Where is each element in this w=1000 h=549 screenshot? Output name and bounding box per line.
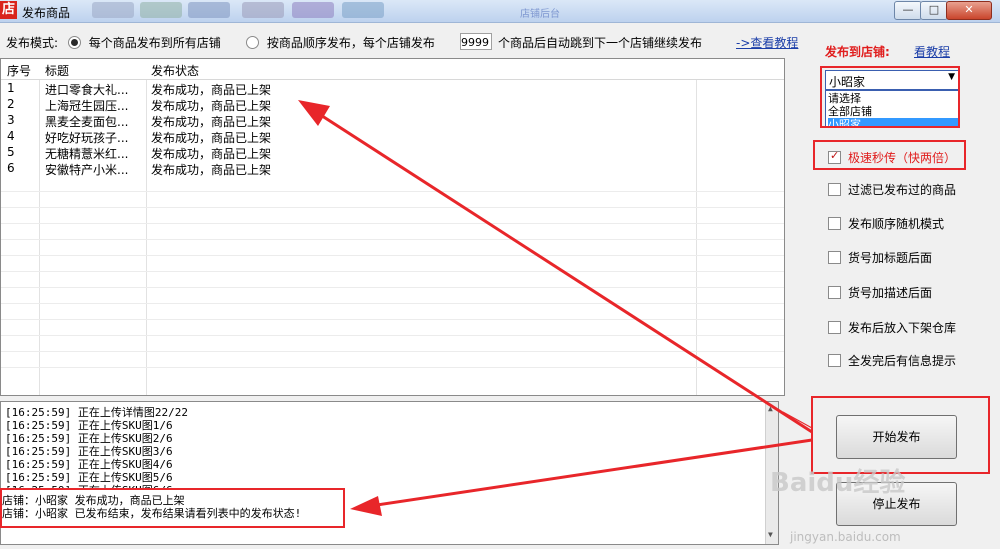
option-random-order[interactable]: 发布顺序随机模式 (828, 215, 944, 232)
mode-seq-radio[interactable] (246, 36, 259, 49)
fast-upload-option[interactable]: 极速秒传（快两倍） (828, 149, 956, 166)
option-sku-after-title[interactable]: 货号加标题后面 (828, 249, 932, 266)
option-label[interactable]: 货号加标题后面 (848, 251, 932, 265)
mode-all-label[interactable]: 每个商品发布到所有店铺 (89, 36, 221, 50)
empty-row-line (1, 319, 784, 320)
empty-row-line (1, 367, 784, 368)
option-sku-after-desc[interactable]: 货号加描述后面 (828, 284, 932, 301)
empty-row-line (1, 271, 784, 272)
table-row[interactable]: 1 进口零食大礼... 发布成功，商品已上架 (1, 80, 784, 97)
fast-upload-checkbox[interactable] (828, 149, 841, 164)
title-bar: 店 发布商品 店铺后台 — □ ✕ (0, 0, 1000, 23)
row-status: 发布成功，商品已上架 (151, 163, 272, 177)
table-row[interactable]: 5 无糖精薏米红... 发布成功，商品已上架 (1, 144, 784, 161)
option-checkbox[interactable] (828, 251, 841, 264)
background-toolbar-icon (188, 2, 230, 18)
chevron-down-icon[interactable]: ▼ (948, 72, 955, 82)
shop-option[interactable]: 请选择 (828, 92, 958, 105)
header-num[interactable]: 序号 (7, 62, 31, 79)
shop-select-value: 小昭家 (829, 75, 866, 89)
option-label[interactable]: 过滤已发布过的商品 (848, 183, 956, 197)
shop-option-selected[interactable]: 小昭家 (828, 118, 958, 127)
shop-select[interactable]: 小昭家 ▼ (825, 70, 960, 90)
shop-option[interactable]: 全部店铺 (828, 105, 958, 118)
header-status[interactable]: 发布状态 (151, 62, 199, 79)
option-label[interactable]: 发布后放入下架仓库 (848, 321, 956, 335)
option-label[interactable]: 全发完后有信息提示 (848, 354, 956, 368)
option-checkbox[interactable] (828, 286, 841, 299)
watermark-url: jingyan.baidu.com (790, 530, 901, 544)
option-checkbox[interactable] (828, 321, 841, 334)
empty-row-line (1, 207, 784, 208)
empty-row-line (1, 239, 784, 240)
count-input[interactable]: 9999 (460, 33, 492, 50)
table-row[interactable]: 2 上海冠生园压... 发布成功，商品已上架 (1, 96, 784, 113)
row-num: 4 (7, 129, 15, 143)
window-title: 发布商品 (22, 6, 71, 20)
background-toolbar-icon (140, 2, 182, 18)
row-num: 1 (7, 81, 15, 95)
row-num: 5 (7, 145, 15, 159)
table-row[interactable]: 6 安徽特产小米... 发布成功，商品已上架 (1, 160, 784, 177)
header-title[interactable]: 标题 (45, 62, 69, 79)
mode-all-radio[interactable] (67, 36, 81, 49)
row-num: 6 (7, 161, 15, 175)
log-result-finished: 店铺：小昭家 已发布结束，发布结果请看列表中的发布状态! (2, 507, 302, 520)
publish-to-shop-label: 发布到店铺: (825, 45, 890, 59)
scroll-up-icon[interactable]: ▲ (768, 404, 773, 413)
results-table: 序号 标题 发布状态 1 进口零食大礼... 发布成功，商品已上架 2 上海冠生… (0, 58, 785, 396)
table-header: 序号 标题 发布状态 (1, 59, 784, 80)
empty-row-line (1, 255, 784, 256)
publish-mode-row: 发布模式: 每个商品发布到所有店铺 (6, 34, 221, 51)
log-panel[interactable]: [16:25:59] 正在上传详情图22/22 [16:25:59] 正在上传S… (0, 401, 779, 545)
option-checkbox[interactable] (828, 183, 841, 196)
table-row[interactable]: 4 好吃好玩孩子... 发布成功，商品已上架 (1, 128, 784, 145)
publish-mode-label: 发布模式: (6, 36, 59, 50)
option-notify-done[interactable]: 全发完后有信息提示 (828, 352, 956, 369)
watermark-logo: Baidu经验 (770, 468, 906, 498)
option-checkbox[interactable] (828, 354, 841, 367)
option-to-warehouse[interactable]: 发布后放入下架仓库 (828, 319, 956, 336)
mode-seq-option: 按商品顺序发布，每个店铺发布 (246, 34, 435, 51)
background-toolbar-icon (292, 2, 334, 18)
minimize-button[interactable]: — (894, 1, 922, 20)
background-toolbar-icon (342, 2, 384, 18)
shop-dropdown-list: 请选择 全部店铺 小昭家 (825, 90, 960, 128)
background-toolbar-icon (92, 2, 134, 18)
option-label[interactable]: 发布顺序随机模式 (848, 217, 944, 231)
empty-row-line (1, 303, 784, 304)
start-publish-button[interactable]: 开始发布 (836, 415, 957, 459)
view-tutorial-link[interactable]: ->查看教程 (736, 34, 798, 51)
empty-row-line (1, 335, 784, 336)
empty-row-line (1, 351, 784, 352)
count-suffix: 个商品后自动跳到下一个店铺继续发布 (498, 36, 703, 50)
empty-row-line (1, 223, 784, 224)
background-link: 店铺后台 (520, 9, 560, 20)
row-num: 2 (7, 97, 15, 111)
option-checkbox[interactable] (828, 217, 841, 230)
app-icon: 店 (0, 1, 17, 19)
option-label[interactable]: 货号加描述后面 (848, 286, 932, 300)
shop-tutorial-link[interactable]: 看教程 (914, 43, 950, 60)
log-line: [16:25:59] 正在上传SKU图6/6 (5, 482, 173, 489)
scroll-down-icon[interactable]: ▼ (768, 530, 773, 539)
empty-row-line (1, 191, 784, 192)
option-filter-published[interactable]: 过滤已发布过的商品 (828, 181, 956, 198)
maximize-button[interactable]: □ (920, 1, 948, 20)
close-button[interactable]: ✕ (946, 1, 992, 20)
table-row[interactable]: 3 黑麦全麦面包... 发布成功，商品已上架 (1, 112, 784, 129)
annotation-arrow (782, 411, 813, 429)
mode-seq-label[interactable]: 按商品顺序发布，每个店铺发布 (267, 36, 435, 50)
empty-row-line (1, 287, 784, 288)
fast-upload-label[interactable]: 极速秒传（快两倍） (848, 151, 956, 165)
row-title: 安徽特产小米... (45, 163, 129, 177)
row-num: 3 (7, 113, 15, 127)
background-toolbar-icon (242, 2, 284, 18)
